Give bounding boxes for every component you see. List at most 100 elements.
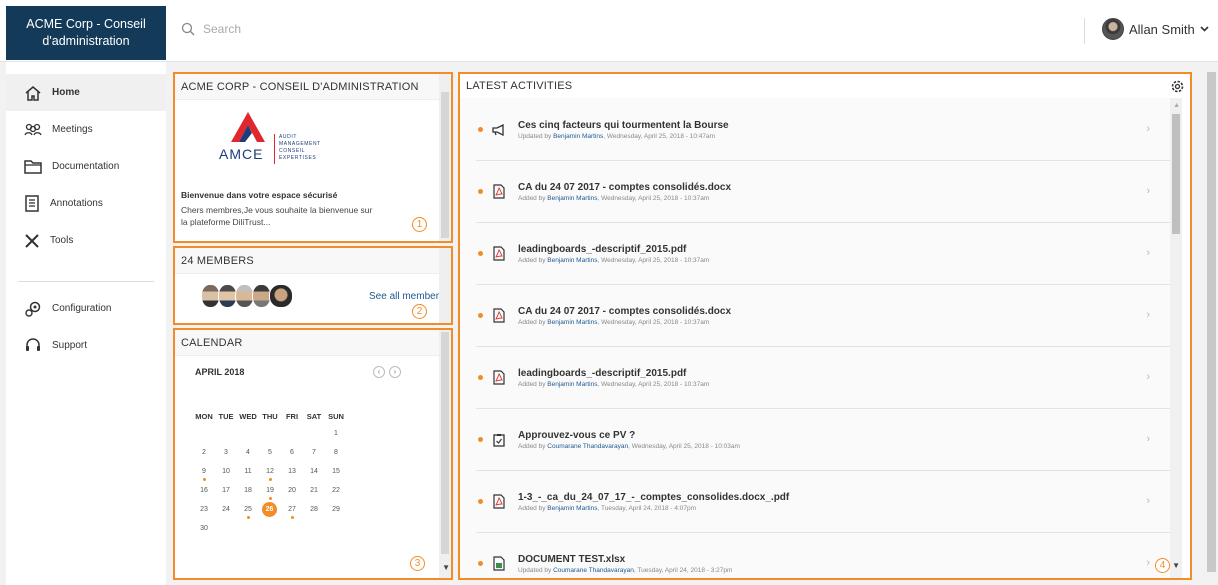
calendar-day[interactable]: 5 bbox=[259, 449, 281, 456]
chevron-right-icon[interactable]: › bbox=[1146, 557, 1150, 569]
calendar-day[interactable]: 7 bbox=[303, 449, 325, 456]
today-day[interactable]: 26 bbox=[262, 502, 277, 517]
calendar-day[interactable]: 19 bbox=[259, 487, 281, 494]
calendar-day[interactable]: 9 bbox=[193, 468, 215, 475]
pdf-icon bbox=[492, 370, 506, 386]
activity-row[interactable]: DOCUMENT TEST.xlsx Updated by Coumarane T… bbox=[476, 533, 1174, 578]
gear-icon[interactable] bbox=[1171, 80, 1184, 93]
calendar-day[interactable]: 8 bbox=[325, 449, 347, 456]
activity-date: , Wednesday, April 25, 2018 - 10:37am bbox=[597, 318, 710, 326]
calendar-day[interactable]: 6 bbox=[281, 449, 303, 456]
sidebar-item-label: Meetings bbox=[52, 124, 93, 135]
chevron-right-icon[interactable]: › bbox=[1146, 247, 1150, 259]
calendar-day[interactable]: 13 bbox=[281, 468, 303, 475]
activity-author[interactable]: Benjamin Martins bbox=[547, 319, 597, 326]
next-month-button[interactable]: › bbox=[389, 366, 401, 378]
megaphone-icon bbox=[492, 122, 506, 138]
activity-meta: Updated by Coumarane Thandavarayan, Tues… bbox=[518, 567, 732, 574]
activity-author[interactable]: Benjamin Martins bbox=[553, 133, 603, 140]
activity-title[interactable]: leadingboards_-descriptif_2015.pdf bbox=[518, 368, 709, 379]
sidebar-item-configuration[interactable]: Configuration bbox=[6, 290, 166, 327]
activity-title[interactable]: DOCUMENT TEST.xlsx bbox=[518, 554, 732, 565]
pdf-icon bbox=[492, 246, 506, 262]
calendar-day[interactable]: 15 bbox=[325, 468, 347, 475]
scrollbar[interactable] bbox=[441, 332, 449, 554]
chevron-right-icon[interactable]: › bbox=[1146, 185, 1150, 197]
calendar-day[interactable]: 16 bbox=[193, 487, 215, 494]
calendar-day[interactable]: 18 bbox=[237, 487, 259, 494]
sidebar-item-meetings[interactable]: Meetings bbox=[6, 111, 166, 148]
sidebar-item-support[interactable]: Support bbox=[6, 327, 166, 364]
activity-author[interactable]: Coumarane Thandavarayan bbox=[547, 443, 628, 450]
calendar-day[interactable]: 10 bbox=[215, 468, 237, 475]
scrollbar[interactable] bbox=[1172, 114, 1180, 234]
activity-title[interactable]: Approuvez-vous ce PV ? bbox=[518, 430, 740, 441]
calendar-day[interactable]: 29 bbox=[325, 506, 347, 513]
brand-block[interactable]: ACME Corp - Conseil d'administration bbox=[6, 6, 166, 60]
sidebar-item-annotations[interactable]: Annotations bbox=[6, 185, 166, 222]
activity-title[interactable]: Ces cinq facteurs qui tourmentent la Bou… bbox=[518, 120, 729, 131]
calendar-day[interactable]: 23 bbox=[193, 506, 215, 513]
user-menu[interactable]: Allan Smith bbox=[1102, 18, 1209, 40]
chevron-right-icon[interactable]: › bbox=[1146, 433, 1150, 445]
sidebar-item-label: Configuration bbox=[52, 303, 112, 314]
activity-author[interactable]: Benjamin Martins bbox=[547, 505, 597, 512]
scroll-down-arrow-icon[interactable]: ▼ bbox=[1172, 561, 1180, 570]
calendar-day[interactable]: 11 bbox=[237, 468, 259, 475]
scrollbar-track[interactable] bbox=[439, 248, 451, 323]
activity-row[interactable]: 1-3_-_ca_du_24_07_17_-_comptes_consolide… bbox=[476, 471, 1174, 533]
calendar-day[interactable]: 21 bbox=[303, 487, 325, 494]
chevron-right-icon[interactable]: › bbox=[1146, 123, 1150, 135]
company-logo: AMCE AUDIT MANAGEMENT CONSEIL EXPERTISES bbox=[175, 100, 451, 190]
calendar-day[interactable]: 22 bbox=[325, 487, 347, 494]
activity-title[interactable]: CA du 24 07 2017 - comptes consolidés.do… bbox=[518, 306, 731, 317]
calendar-day[interactable]: 14 bbox=[303, 468, 325, 475]
activity-title[interactable]: CA du 24 07 2017 - comptes consolidés.do… bbox=[518, 182, 731, 193]
sidebar-item-home[interactable]: Home bbox=[6, 74, 166, 111]
activity-row[interactable]: Ces cinq facteurs qui tourmentent la Bou… bbox=[476, 99, 1174, 161]
calendar-day[interactable]: 30 bbox=[193, 525, 215, 532]
calendar-day[interactable]: 20 bbox=[281, 487, 303, 494]
search-box[interactable]: Search bbox=[181, 22, 241, 36]
logo-tagline-line: CONSEIL bbox=[279, 148, 306, 154]
activity-action: Added by bbox=[518, 442, 546, 450]
activity-title[interactable]: leadingboards_-descriptif_2015.pdf bbox=[518, 244, 709, 255]
calendar-day[interactable]: 3 bbox=[215, 449, 237, 456]
calendar-day[interactable]: 27 bbox=[281, 506, 303, 513]
scroll-up-arrow-icon[interactable]: ▲ bbox=[1173, 102, 1180, 109]
calendar-day[interactable]: 24 bbox=[215, 506, 237, 513]
calendar-day[interactable]: 28 bbox=[303, 506, 325, 513]
sidebar: Home Meetings Documentation Annotations … bbox=[6, 62, 166, 585]
member-avatars[interactable]: See all members bbox=[175, 274, 451, 308]
calendar-day[interactable]: 25 bbox=[237, 506, 259, 513]
calendar-day[interactable]: 1 bbox=[325, 430, 347, 437]
activity-row[interactable]: CA du 24 07 2017 - comptes consolidés.do… bbox=[476, 285, 1174, 347]
calendar-day[interactable]: 4 bbox=[237, 449, 259, 456]
scroll-down-arrow-icon[interactable]: ▼ bbox=[442, 563, 450, 572]
sidebar-item-tools[interactable]: Tools bbox=[6, 222, 166, 259]
activity-row[interactable]: CA du 24 07 2017 - comptes consolidés.do… bbox=[476, 161, 1174, 223]
calendar-day[interactable]: 2 bbox=[193, 449, 215, 456]
sidebar-item-documentation[interactable]: Documentation bbox=[6, 148, 166, 185]
avatar[interactable] bbox=[269, 284, 293, 308]
activity-author[interactable]: Benjamin Martins bbox=[547, 257, 597, 264]
activity-author[interactable]: Benjamin Martins bbox=[547, 381, 597, 388]
activity-row[interactable]: leadingboards_-descriptif_2015.pdf Added … bbox=[476, 223, 1174, 285]
calendar-day[interactable]: 12 bbox=[259, 468, 281, 475]
activity-author[interactable]: Coumarane Thandavarayan bbox=[553, 567, 634, 574]
search-input[interactable]: Search bbox=[203, 22, 241, 36]
activity-author[interactable]: Benjamin Martins bbox=[547, 195, 597, 202]
chevron-right-icon[interactable]: › bbox=[1146, 371, 1150, 383]
activity-row[interactable]: Approuvez-vous ce PV ? Added by Coumarane… bbox=[476, 409, 1174, 471]
chevron-right-icon[interactable]: › bbox=[1146, 495, 1150, 507]
pdf-icon bbox=[492, 184, 506, 200]
marker-badge: 4 bbox=[1155, 558, 1170, 573]
page-scrollbar[interactable] bbox=[1207, 72, 1216, 572]
activity-row[interactable]: leadingboards_-descriptif_2015.pdf Added … bbox=[476, 347, 1174, 409]
see-all-members-link[interactable]: See all members bbox=[369, 291, 444, 302]
activity-title[interactable]: 1-3_-_ca_du_24_07_17_-_comptes_consolide… bbox=[518, 492, 789, 503]
chevron-right-icon[interactable]: › bbox=[1146, 309, 1150, 321]
prev-month-button[interactable]: ‹ bbox=[373, 366, 385, 378]
sidebar-item-label: Annotations bbox=[50, 198, 103, 209]
calendar-day[interactable]: 17 bbox=[215, 487, 237, 494]
